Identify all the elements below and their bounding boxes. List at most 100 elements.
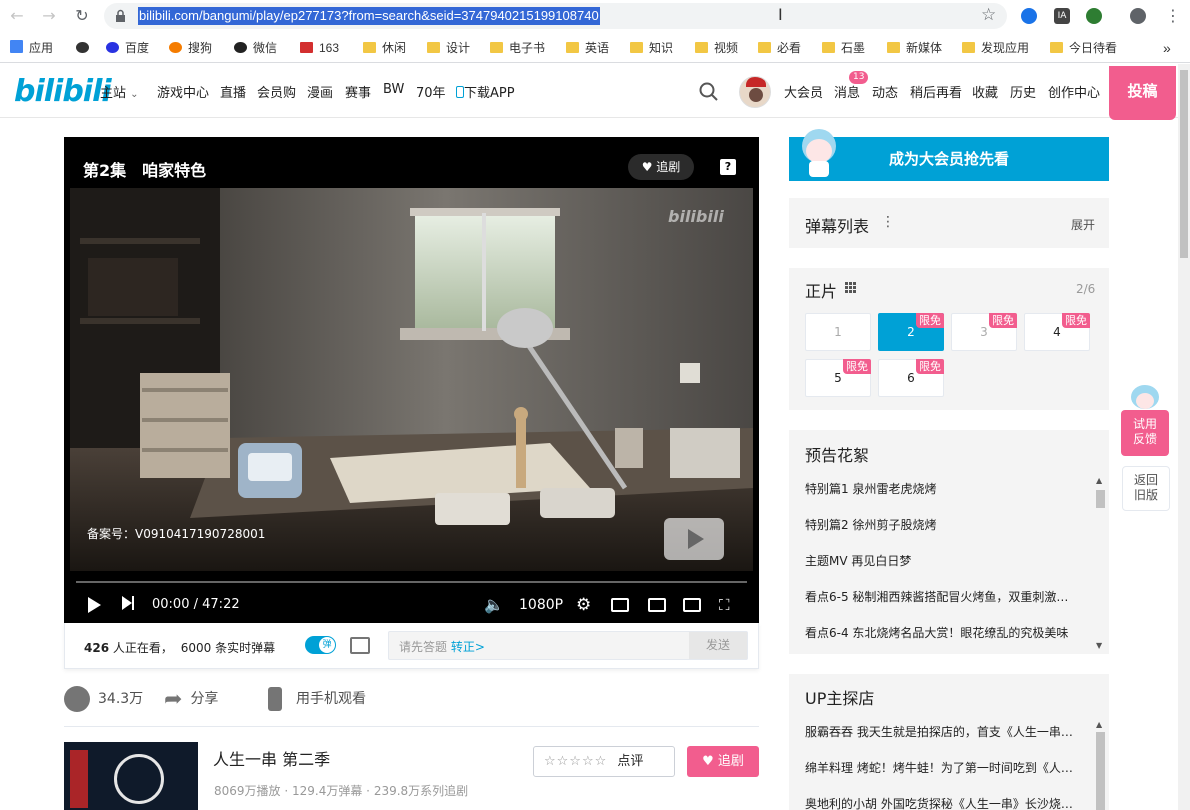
play-icon[interactable] [88, 595, 101, 615]
feedback-button[interactable]: 试用 反馈 [1121, 410, 1169, 456]
header-dynamics[interactable]: 动态 [872, 82, 898, 101]
play-overlay-icon[interactable] [664, 518, 724, 560]
upload-button[interactable]: 投稿 [1109, 66, 1176, 120]
bookmark-item[interactable]: 微信 [234, 39, 277, 57]
list-item[interactable]: 特别篇1 泉州雷老虎烧烤 [805, 480, 1080, 497]
danmaku-toggle[interactable]: 弹 [305, 636, 336, 654]
nav-download-app[interactable]: 下载APP [456, 82, 515, 101]
bookmark-folder[interactable]: 必看 [758, 39, 801, 57]
bookmark-item[interactable] [76, 39, 95, 57]
bookmark-folder[interactable]: 石墨 [822, 39, 865, 57]
quality-selector[interactable]: 1080P [519, 595, 563, 615]
video-frame[interactable] [70, 188, 753, 571]
video-player[interactable]: 第2集 咱家特色 ♥ 追剧 ? bilibili 备案号：V0910417190… [64, 137, 759, 623]
nav-game-center[interactable]: 游戏中心 [157, 82, 209, 101]
page-scrollbar[interactable] [1178, 64, 1190, 810]
bookmark-folder[interactable]: 新媒体 [887, 39, 942, 57]
bookmark-folder[interactable]: 视频 [695, 39, 738, 57]
header-vip[interactable]: 大会员 [784, 82, 823, 101]
follow-series-pill[interactable]: ♥ 追剧 [628, 154, 694, 180]
coin-button[interactable]: 34.3万 [64, 684, 143, 714]
share-button[interactable]: ➦ 分享 [164, 684, 218, 714]
list-item[interactable]: 服霸吞吞 我天生就是拍探店的，首支《人生一串2》全国探店 [805, 723, 1080, 740]
browser-toolbar: ← → ↻ bilibili.com/bangumi/play/ep277173… [0, 0, 1190, 33]
help-icon[interactable]: ? [720, 159, 736, 175]
media-title[interactable]: 人生一串 第二季 [213, 746, 330, 770]
episode-button[interactable]: 5 限免 [805, 359, 871, 397]
trailers-scrollbar[interactable]: ▲ ▼ [1094, 476, 1106, 650]
bookmark-folder[interactable]: 电子书 [490, 39, 545, 57]
url-text[interactable]: bilibili.com/bangumi/play/ep277173?from=… [138, 7, 600, 25]
nav-70[interactable]: 70年 [416, 82, 446, 101]
back-arrow-icon[interactable]: ← [6, 6, 28, 26]
header-favorites[interactable]: 收藏 [972, 82, 998, 101]
expand-button[interactable]: 展开 [1071, 216, 1095, 233]
star-icon[interactable]: ☆ [981, 5, 996, 25]
more-options-icon[interactable]: ⋮ [881, 214, 895, 230]
volume-icon[interactable]: 🔈 [484, 595, 504, 615]
list-item[interactable]: 主题MV 再见白日梦 [805, 552, 1080, 569]
bookmark-apps[interactable]: 应用 [10, 39, 53, 57]
progress-bar[interactable] [76, 581, 747, 583]
nav-main-site[interactable]: 主站 ⌄ [100, 82, 139, 101]
header-messages[interactable]: 消息 [834, 82, 860, 101]
profile-icon[interactable] [1130, 8, 1146, 24]
bookmark-folder[interactable]: 知识 [630, 39, 673, 57]
avatar[interactable] [739, 76, 771, 108]
episode-button[interactable]: 2 限免 [878, 313, 944, 351]
grid-view-icon[interactable] [845, 282, 858, 295]
send-button[interactable]: 发送 [689, 632, 747, 659]
settings-gear-icon[interactable]: ⚙ [576, 595, 591, 615]
header-watch-later[interactable]: 稍后再看 [910, 82, 962, 101]
bookmark-item[interactable]: 百度 [106, 39, 149, 57]
bookmark-folder[interactable]: 今日待看 [1050, 39, 1117, 57]
nav-bw[interactable]: BW [383, 82, 404, 97]
bookmark-folder[interactable]: 休闲 [363, 39, 406, 57]
episode-button[interactable]: 3 限免 [951, 313, 1017, 351]
up-shop-scrollbar[interactable]: ▲ [1094, 720, 1106, 810]
list-item[interactable]: 特别篇2 徐州剪子股烧烤 [805, 516, 1080, 533]
reload-icon[interactable]: ↻ [71, 6, 93, 26]
menu-dots-icon[interactable]: ⋮ [1165, 6, 1181, 25]
mobile-watch-button[interactable]: 用手机观看 [268, 684, 366, 714]
old-version-button[interactable]: 返回 旧版 [1122, 466, 1170, 511]
bookmark-folder[interactable]: 英语 [566, 39, 609, 57]
list-item[interactable]: 绵羊料理 烤蛇！烤牛蛙！为了第一时间吃到《人生一串2》 [805, 759, 1080, 776]
forward-arrow-icon[interactable]: → [38, 6, 60, 26]
search-icon[interactable] [699, 82, 719, 102]
episodes-panel: 正片 2/6 1 2 限免 3 限免 4 限免 5 限免 6 限免 [789, 268, 1109, 410]
bookmark-item[interactable]: 163 [300, 39, 339, 57]
bilibili-logo[interactable]: bilibili [14, 74, 112, 109]
nav-esports[interactable]: 赛事 [345, 82, 371, 101]
next-episode-icon[interactable] [122, 595, 134, 615]
nav-live[interactable]: 直播 [220, 82, 246, 101]
list-item[interactable]: 看点6-4 东北烧烤名品大赏！眼花缭乱的究极美味 [805, 624, 1080, 641]
pip-icon[interactable] [648, 595, 666, 615]
media-cover[interactable] [64, 742, 198, 810]
bookmark-folder[interactable]: 设计 [427, 39, 470, 57]
episode-button[interactable]: 4 限免 [1024, 313, 1090, 351]
danmaku-settings-icon[interactable] [350, 637, 370, 654]
bookmark-folder[interactable]: 发现应用 [962, 39, 1029, 57]
bookmark-item[interactable]: 搜狗 [169, 39, 212, 57]
danmaku-off-icon[interactable] [611, 595, 629, 615]
address-bar[interactable]: bilibili.com/bangumi/play/ep277173?from=… [104, 3, 1007, 29]
fullscreen-icon[interactable]: ⛶ [719, 595, 730, 615]
episode-button[interactable]: 1 [805, 313, 871, 351]
follow-series-button[interactable]: ♥ 追剧 [687, 746, 759, 777]
extension-ia-icon[interactable]: IA [1054, 8, 1070, 24]
episode-button[interactable]: 6 限免 [878, 359, 944, 397]
danmaku-input[interactable]: 请先答题 转正> 发送 [388, 631, 748, 660]
header-history[interactable]: 历史 [1010, 82, 1036, 101]
correction-link[interactable]: 转正> [451, 640, 485, 654]
header-creator-center[interactable]: 创作中心 [1048, 82, 1100, 101]
nav-manga[interactable]: 漫画 [307, 82, 333, 101]
list-item[interactable]: 奥地利的小胡 外国吃货探秘《人生一串》长沙烧烤店 [805, 795, 1080, 810]
extension-check-icon[interactable] [1086, 8, 1102, 24]
nav-mall[interactable]: 会员购 [257, 82, 296, 101]
more-bookmarks-button[interactable]: » [1163, 39, 1171, 57]
extension-c-icon[interactable] [1021, 8, 1037, 24]
widescreen-icon[interactable] [683, 595, 701, 615]
list-item[interactable]: 看点6-5 秘制湘西辣酱搭配冒火烤鱼，双重刺激双倍过瘾 [805, 588, 1080, 605]
rate-button[interactable]: ☆☆☆☆☆ 点评 [533, 746, 675, 777]
